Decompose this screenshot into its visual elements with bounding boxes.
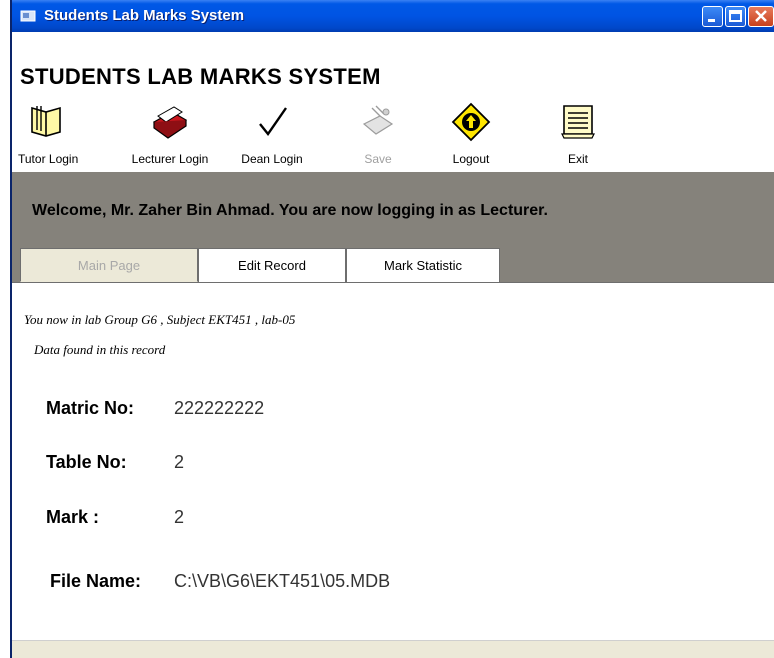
mark-label: Mark : bbox=[46, 507, 100, 527]
checkmark-icon bbox=[259, 107, 287, 137]
data-status-text: Data found in this record bbox=[34, 342, 166, 357]
mark-value: 2 bbox=[174, 507, 185, 527]
file-name-label: File Name: bbox=[50, 571, 142, 591]
app-heading: STUDENTS LAB MARKS SYSTEM bbox=[20, 64, 381, 89]
dean-login-button[interactable]: Dean Login bbox=[234, 100, 310, 170]
matric-no-value: 222222222 bbox=[174, 398, 265, 418]
tab-edit-record[interactable]: Edit Record bbox=[198, 248, 346, 282]
table-no-value: 2 bbox=[174, 452, 185, 472]
toolbar: Tutor Login Lecturer Login Dean Login Sa… bbox=[12, 100, 774, 172]
minimize-button[interactable] bbox=[702, 6, 723, 27]
title-bar[interactable]: Students Lab Marks System bbox=[12, 0, 774, 32]
save-button[interactable]: Save bbox=[348, 100, 408, 170]
tab-main-page[interactable]: Main Page bbox=[20, 248, 198, 282]
minimize-icon bbox=[708, 19, 715, 22]
exit-button[interactable]: Exit bbox=[552, 100, 604, 170]
file-name-value: C:\VB\G6\EKT451\05.MDB bbox=[174, 571, 391, 591]
tutor-login-label: Tutor Login bbox=[18, 152, 79, 166]
exit-label: Exit bbox=[567, 152, 588, 166]
lecturer-login-button[interactable]: Lecturer Login bbox=[124, 100, 216, 170]
exit-icon bbox=[561, 105, 595, 139]
book-icon bbox=[31, 106, 61, 137]
logout-label: Logout bbox=[452, 152, 490, 166]
logout-button[interactable]: Logout bbox=[442, 100, 500, 170]
dean-login-label: Dean Login bbox=[241, 152, 303, 166]
window-bottom-edge bbox=[12, 640, 774, 658]
tutor-login-button[interactable]: Tutor Login bbox=[18, 100, 79, 170]
close-icon bbox=[755, 10, 767, 22]
maximize-icon bbox=[729, 10, 742, 22]
app-icon bbox=[20, 10, 36, 22]
save-icon bbox=[362, 105, 394, 135]
welcome-message: Welcome, Mr. Zaher Bin Ahmad. You are no… bbox=[32, 202, 548, 219]
window-title: Students Lab Marks System bbox=[44, 7, 245, 24]
tab-mark-statistic[interactable]: Mark Statistic bbox=[346, 248, 500, 282]
save-label: Save bbox=[364, 152, 392, 166]
app-window: Students Lab Marks System STUDENTS LAB M… bbox=[10, 0, 774, 658]
logout-sign-icon bbox=[451, 102, 491, 142]
maximize-button[interactable] bbox=[725, 6, 746, 27]
table-no-label: Table No: bbox=[46, 452, 127, 472]
matric-no-label: Matric No: bbox=[46, 398, 135, 418]
card-file-icon bbox=[152, 106, 188, 139]
tab-strip: Main Page Edit Record Mark Statistic bbox=[12, 248, 774, 282]
close-button[interactable] bbox=[748, 6, 774, 27]
lecturer-login-label: Lecturer Login bbox=[131, 152, 209, 166]
lab-info-text: You now in lab Group G6 , Subject EKT451… bbox=[24, 312, 296, 327]
